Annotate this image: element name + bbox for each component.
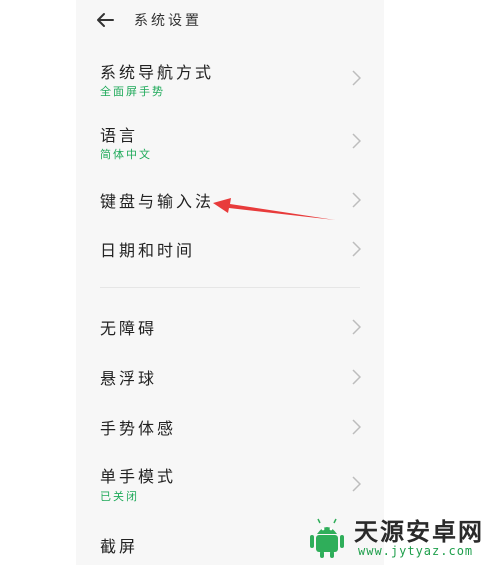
setting-item-title: 截屏	[100, 537, 139, 556]
setting-item-subtitle: 已关闭	[100, 490, 139, 503]
chevron-right-icon	[352, 133, 361, 149]
setting-item-accessibility[interactable]: 无障碍	[76, 302, 384, 350]
setting-item-title: 手势体感	[100, 419, 177, 438]
setting-item-title: 日期和时间	[100, 241, 196, 260]
chevron-right-icon	[352, 192, 361, 208]
chevron-right-icon	[352, 241, 361, 257]
watermark-name: 天源安卓网	[354, 518, 484, 546]
setting-item-one-hand[interactable]: 单手模式 已关闭	[76, 452, 384, 514]
setting-item-floating-ball[interactable]: 悬浮球	[76, 352, 384, 400]
setting-item-datetime[interactable]: 日期和时间	[76, 225, 384, 273]
section-divider	[100, 287, 360, 288]
chevron-right-icon	[352, 369, 361, 385]
watermark-url: www.jytyaz.com	[358, 544, 474, 558]
setting-item-title: 单手模式	[100, 467, 177, 486]
watermark: 天源安卓网 www.jytyaz.com	[302, 510, 497, 562]
setting-item-title: 无障碍	[100, 319, 158, 338]
setting-item-title: 系统导航方式	[100, 63, 215, 82]
setting-item-title: 语言	[100, 126, 139, 145]
chevron-right-icon	[352, 319, 361, 335]
setting-item-title: 悬浮球	[100, 369, 158, 388]
header: 系统设置	[76, 0, 384, 40]
setting-item-title: 键盘与输入法	[100, 192, 215, 211]
chevron-right-icon	[352, 70, 361, 86]
setting-item-subtitle: 全面屏手势	[100, 85, 165, 98]
setting-item-gesture[interactable]: 手势体感	[76, 402, 384, 450]
settings-screen: 系统设置 系统导航方式 全面屏手势 语言 简体中文 键盘与输入法 日期和时间 无…	[76, 0, 384, 565]
chevron-right-icon	[352, 419, 361, 435]
setting-item-keyboard[interactable]: 键盘与输入法	[76, 176, 384, 224]
back-arrow-icon[interactable]	[94, 9, 116, 31]
chevron-right-icon	[352, 476, 361, 492]
page-title: 系统设置	[134, 13, 202, 29]
setting-item-language[interactable]: 语言 简体中文	[76, 113, 384, 175]
setting-item-subtitle: 简体中文	[100, 148, 152, 161]
setting-item-nav-mode[interactable]: 系统导航方式 全面屏手势	[76, 50, 384, 112]
android-logo-icon	[310, 518, 344, 558]
